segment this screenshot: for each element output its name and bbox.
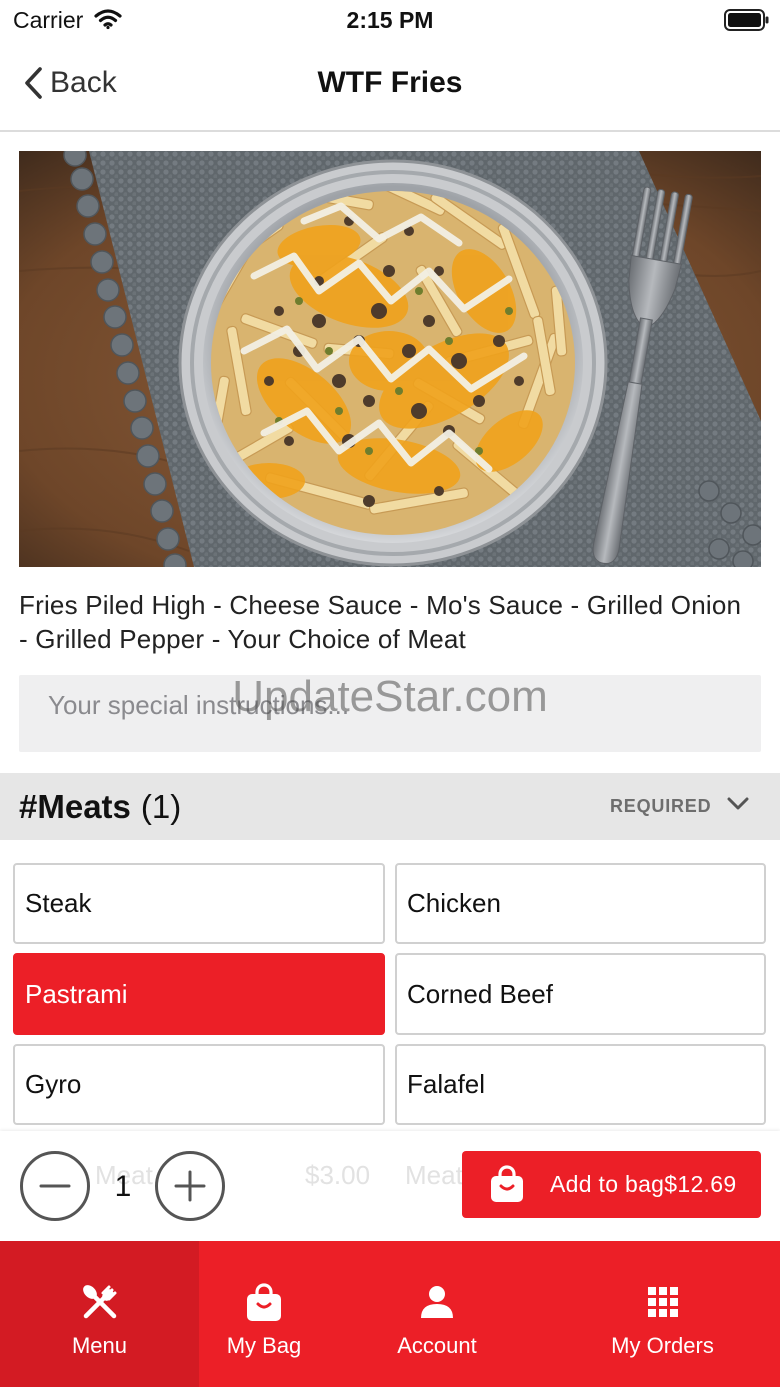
required-badge: REQUIRED [610,796,712,816]
option-label: Gyro [25,1069,82,1099]
product-photo [19,151,761,567]
option-label: Falafel [407,1069,486,1099]
section-title: #Meats (1) [19,773,181,840]
shopping-bag-icon [491,1165,523,1202]
option-label: Pastrami [25,978,128,1009]
tab-label: My Bag [226,1333,302,1358]
option-label: Steak [25,888,92,918]
fork-knife-icon [82,1285,116,1319]
option-chicken[interactable]: Chicken [395,863,766,944]
tab-bar: Menu My Bag Account My Orders [0,1241,780,1387]
tab-my-orders[interactable]: My Orders [545,1241,780,1387]
grid-icon [647,1287,678,1317]
nav-divider [0,130,780,132]
option-label: Chicken [407,888,501,918]
minus-icon [39,1184,71,1188]
option-corned-beef[interactable]: Corned Beef [395,953,766,1035]
special-instructions-input[interactable] [19,675,761,735]
tab-my-bag[interactable]: My Bag [199,1241,329,1387]
product-image [19,151,761,567]
chevron-down-icon[interactable] [727,797,749,811]
option-label: Corned Beef [407,978,553,1009]
add-to-bag-text: Add to bag$12.69 [550,1151,736,1218]
battery-icon [724,9,769,31]
tab-label: My Orders [611,1333,714,1358]
increment-quantity-button[interactable] [155,1151,225,1221]
add-to-bag-button[interactable]: Add to bag$12.69 [462,1151,761,1218]
option-gyro[interactable]: Gyro [13,1044,385,1125]
option-steak[interactable]: Steak [13,863,385,944]
shopping-bag-icon [247,1283,281,1321]
background-row-price: $3.00 [305,1160,371,1190]
status-time: 2:15 PM [346,7,434,33]
tab-label: Menu [71,1333,128,1358]
page-title: WTF Fries [317,66,463,99]
order-bar: Meat $3.00 Meat 1 Add to bag$12.69 [0,1131,780,1241]
person-icon [421,1286,453,1318]
decrement-quantity-button[interactable] [20,1151,90,1221]
tab-label: Account [397,1333,477,1358]
option-pastrami[interactable]: Pastrami [13,953,385,1035]
modifier-group-header[interactable]: #Meats (1) REQUIRED [0,773,780,840]
modifier-group-name: #Meats [19,788,131,825]
tab-account[interactable]: Account [329,1241,545,1387]
option-falafel[interactable]: Falafel [395,1044,766,1125]
special-instructions-field[interactable] [19,675,761,752]
modifier-group-count: (1) [140,788,182,825]
meat-options-grid: Steak Chicken Pastrami Corned Beef Gyro … [13,863,766,1125]
tab-menu[interactable]: Menu [0,1241,199,1387]
order-total-price: $12.69 [664,1171,737,1197]
quantity-value: 1 [114,1170,132,1203]
plus-icon [174,1170,206,1202]
product-description: Fries Piled High - Cheese Sauce - Mo's S… [19,590,742,654]
background-row-text: Meat [405,1160,463,1190]
add-to-bag-label: Add to bag [550,1171,665,1197]
